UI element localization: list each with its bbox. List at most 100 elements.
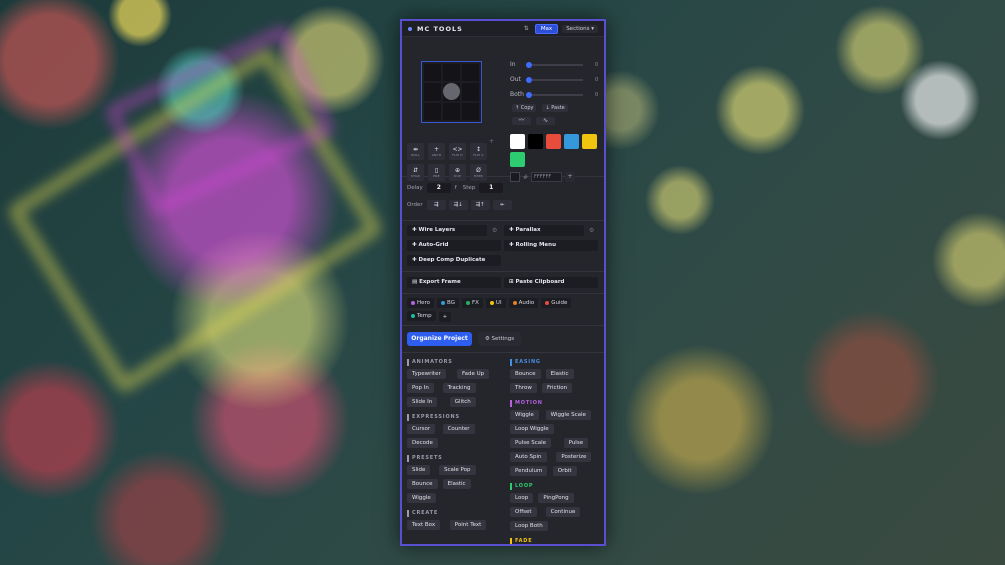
anchor-top-left[interactable]	[424, 64, 441, 82]
preset-chip[interactable]: Point Text	[449, 520, 487, 530]
label-tag-hero[interactable]: Hero	[407, 298, 435, 308]
preset-chip[interactable]: Glitch	[449, 397, 476, 407]
wire-layers-settings-icon[interactable]: ⚙	[492, 227, 497, 234]
anchor-left[interactable]	[424, 83, 441, 101]
order-down-button[interactable]: ⇶↓	[448, 200, 468, 210]
sort-icon[interactable]: ⇅	[524, 25, 529, 32]
preset-chip[interactable]: Wiggle Scale	[545, 410, 591, 420]
preset-chip[interactable]: Pulse	[563, 438, 589, 448]
anchor-bottom-left[interactable]	[424, 102, 441, 120]
preset-chip[interactable]: Posterize	[556, 452, 592, 462]
preset-chip[interactable]: Fade Up	[457, 369, 490, 379]
export-frame-button[interactable]: ▤ Export Frame	[407, 277, 501, 288]
anchor-top-right[interactable]	[462, 64, 479, 82]
anchor-bottom[interactable]	[443, 102, 460, 120]
order-random-button[interactable]: ⇷	[492, 200, 512, 210]
preset-chip[interactable]: Typewriter	[407, 369, 446, 379]
ease-out-slider[interactable]: Out 0	[510, 76, 598, 83]
parallax-button[interactable]: ✚ Parallax	[504, 225, 584, 236]
preset-chip[interactable]: PingPong	[538, 493, 574, 503]
wire-layers-button[interactable]: ✚ Wire Layers	[407, 225, 487, 236]
paste-ease-button[interactable]: ↓ Paste	[542, 104, 568, 112]
slider-track[interactable]	[526, 91, 583, 98]
label-tag-bg[interactable]: BG	[437, 298, 459, 308]
slider-thumb[interactable]	[526, 61, 532, 68]
preset-chip[interactable]: Offset	[510, 507, 537, 517]
anchor-knob[interactable]	[443, 83, 460, 101]
preset-chip[interactable]: Text Box	[407, 520, 441, 530]
anchor-grid[interactable]	[421, 61, 482, 123]
add-tag-button[interactable]: +	[438, 312, 452, 322]
label-tag-ui[interactable]: UI	[485, 298, 506, 308]
slider-thumb[interactable]	[526, 91, 532, 98]
color-swatch[interactable]	[510, 134, 525, 149]
flip-horizontal-button[interactable]: <> FLIP H	[449, 143, 466, 160]
order-up-button[interactable]: ⇶↑	[470, 200, 490, 210]
label-tag-fx[interactable]: FX	[461, 298, 483, 308]
wave-smooth-icon[interactable]: ∿	[536, 117, 555, 125]
preset-chip[interactable]: Loop Both	[510, 521, 548, 531]
ease-both-slider[interactable]: Both 0	[510, 91, 598, 98]
preset-chip[interactable]: Pendulum	[510, 466, 548, 476]
preset-chip[interactable]: Pulse Scale	[510, 438, 552, 448]
null-tool-button[interactable]: ⇹ NULL	[407, 143, 424, 160]
step-input[interactable]: 1	[479, 183, 504, 193]
preset-chip[interactable]: Decode	[407, 438, 438, 448]
anchor-bottom-right[interactable]	[462, 102, 479, 120]
label-tag-audio[interactable]: Audio	[508, 298, 539, 308]
anchor-right[interactable]	[462, 83, 479, 101]
paste-clipboard-button[interactable]: ⊞ Paste Clipboard	[504, 277, 598, 288]
max-button[interactable]: Max	[534, 23, 559, 34]
settings-button[interactable]: ⚙ Settings	[478, 332, 521, 346]
color-swatch[interactable]	[528, 134, 543, 149]
color-swatch[interactable]	[546, 134, 561, 149]
preset-chip[interactable]: Wiggle	[407, 493, 436, 503]
auto-grid-button[interactable]: ✚ Auto-Grid	[407, 240, 501, 251]
slider-track[interactable]	[526, 61, 583, 68]
color-swatch[interactable]	[564, 134, 579, 149]
preset-chip[interactable]: Cursor	[407, 424, 436, 434]
delay-input[interactable]: 2	[426, 183, 451, 193]
preset-chip[interactable]: Continue	[545, 507, 581, 517]
preset-chip[interactable]: Slide In	[407, 397, 438, 407]
organize-project-button[interactable]: Organize Project	[407, 332, 472, 346]
flip-vertical-button[interactable]: ↕ FLIP V	[470, 143, 487, 160]
label-tag-temp[interactable]: Temp	[407, 311, 436, 321]
wave-linear-icon[interactable]: 〰	[512, 117, 531, 125]
slider-value: 0	[595, 91, 599, 98]
preset-chip[interactable]: Orbit	[552, 466, 577, 476]
preset-chip[interactable]: Counter	[442, 424, 475, 434]
label-tag-guide[interactable]: Guide	[541, 298, 572, 308]
add-tool-button[interactable]: +	[489, 138, 494, 145]
preset-chip[interactable]: Loop	[510, 493, 534, 503]
rolling-menu-button[interactable]: ✚ Rolling Menu	[504, 240, 598, 251]
ease-in-slider[interactable]: In 0	[510, 61, 598, 68]
anchor-top[interactable]	[443, 64, 460, 82]
preset-chip[interactable]: Throw	[510, 383, 537, 393]
preset-chip[interactable]: Loop Wiggle	[510, 424, 554, 434]
parallax-settings-icon[interactable]: ⚙	[589, 227, 594, 234]
preset-chip[interactable]: Pop In	[407, 383, 434, 393]
order-forward-button[interactable]: ⇶	[426, 200, 446, 210]
preset-chip[interactable]: Friction	[542, 383, 573, 393]
preset-chip[interactable]: Elastic	[442, 479, 471, 489]
null-icon: ⇹	[412, 146, 419, 153]
preset-chip[interactable]: Wiggle	[510, 410, 539, 420]
preset-chip[interactable]: Bounce	[407, 479, 438, 489]
preset-chip[interactable]: Slide	[407, 465, 431, 475]
slider-track[interactable]	[526, 76, 583, 83]
preset-chip[interactable]: Bounce	[510, 369, 541, 379]
preset-chip[interactable]: Scale Pop	[439, 465, 476, 475]
color-swatch[interactable]	[510, 152, 525, 167]
anchor-tool-button[interactable]: + ANCH	[428, 143, 445, 160]
slider-thumb[interactable]	[526, 76, 532, 83]
preset-chip[interactable]: Auto Spin	[510, 452, 547, 462]
tag-color-dot	[411, 301, 415, 305]
deep-comp-duplicate-button[interactable]: ✚ Deep Comp Duplicate	[407, 255, 501, 266]
sections-dropdown[interactable]: Sections ▾	[562, 24, 598, 33]
preset-chip[interactable]: Tracking	[442, 383, 476, 393]
copy-ease-button[interactable]: ↑ Copy	[512, 104, 537, 112]
color-swatch[interactable]	[582, 134, 597, 149]
preset-chip[interactable]: Elastic	[545, 369, 574, 379]
anchor-center[interactable]	[443, 83, 460, 101]
